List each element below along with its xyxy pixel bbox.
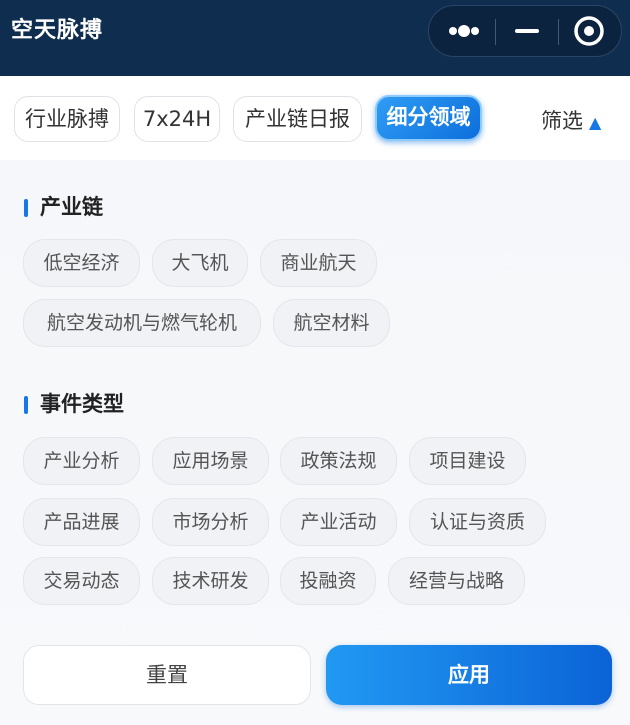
section-title-chain: 产业链 — [22, 192, 103, 222]
filter-toggle[interactable]: 筛选 ▲ — [541, 106, 601, 136]
section-title-text: 产业链 — [40, 195, 103, 219]
tab-chain-daily[interactable]: 产业链日报 — [233, 96, 362, 142]
chip-option[interactable]: 投融资 — [280, 557, 376, 605]
filter-panel: 产业链 低空经济 大飞机 商业航天 航空发动机与燃气轮机 航空材料 事件类型 产… — [0, 160, 630, 725]
apply-button[interactable]: 应用 — [326, 645, 612, 705]
app-title: 空天脉搏 — [11, 18, 104, 43]
chip-option[interactable]: 项目建设 — [409, 437, 526, 485]
chip-option[interactable]: 商业航天 — [260, 239, 377, 287]
minimize-button[interactable] — [495, 6, 559, 56]
chip-option[interactable]: 认证与资质 — [409, 498, 546, 546]
target-close-icon — [574, 16, 604, 46]
tab-industry-pulse[interactable]: 行业脉搏 — [14, 96, 120, 142]
chip-option[interactable]: 航空材料 — [273, 299, 390, 347]
more-button[interactable] — [431, 6, 495, 56]
chip-option[interactable]: 产品进展 — [23, 498, 140, 546]
chip-option[interactable]: 技术研发 — [152, 557, 269, 605]
more-dots-icon — [449, 25, 479, 37]
chip-option[interactable]: 政策法规 — [280, 437, 397, 485]
tab-7x24h[interactable]: 7x24H — [134, 96, 220, 142]
mini-program-capsule — [428, 5, 622, 57]
chip-option[interactable]: 产业分析 — [23, 437, 140, 485]
tab-bar: 行业脉搏 7x24H 产业链日报 细分领域 筛选 ▲ — [0, 76, 630, 160]
chip-option[interactable]: 航空发动机与燃气轮机 — [23, 299, 261, 347]
chip-option[interactable]: 经营与战略 — [388, 557, 525, 605]
tab-sub-sectors[interactable]: 细分领域 — [375, 95, 482, 141]
filter-label: 筛选 — [541, 109, 583, 133]
chip-option[interactable]: 产业活动 — [280, 498, 397, 546]
chip-option[interactable]: 市场分析 — [152, 498, 269, 546]
minimize-icon — [515, 29, 539, 33]
section-marker — [24, 396, 28, 414]
section-title-event-type: 事件类型 — [22, 389, 124, 419]
chip-option[interactable]: 低空经济 — [23, 239, 140, 287]
reset-button[interactable]: 重置 — [23, 645, 311, 705]
chip-option[interactable]: 大飞机 — [152, 239, 248, 287]
section-marker — [24, 199, 28, 217]
chip-option[interactable]: 应用场景 — [152, 437, 269, 485]
close-button[interactable] — [557, 6, 621, 56]
chip-option[interactable]: 交易动态 — [23, 557, 140, 605]
top-navbar: 空天脉搏 — [0, 0, 630, 76]
triangle-up-icon: ▲ — [589, 113, 602, 132]
section-title-text: 事件类型 — [40, 392, 124, 416]
